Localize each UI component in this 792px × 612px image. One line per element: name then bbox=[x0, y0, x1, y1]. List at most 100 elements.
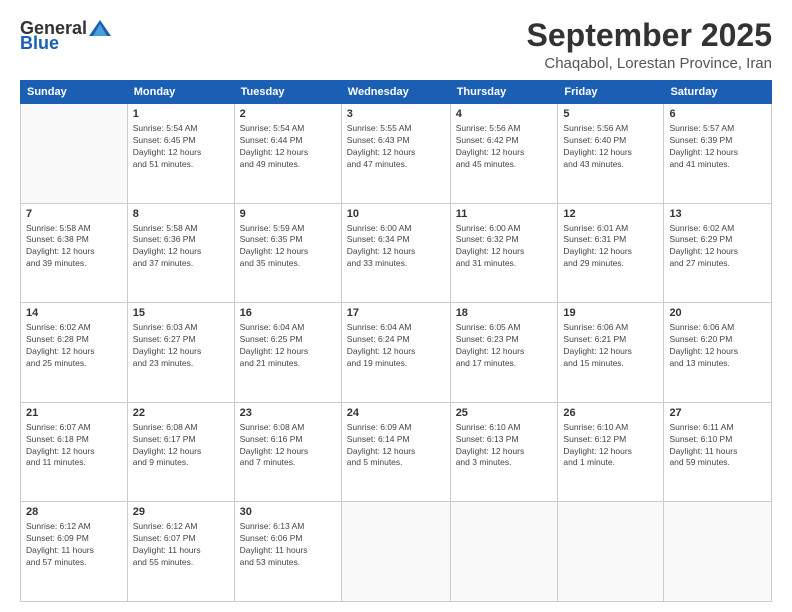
day-number: 12 bbox=[563, 207, 658, 222]
day-cell: 29Sunrise: 6:12 AM Sunset: 6:07 PM Dayli… bbox=[127, 502, 234, 602]
day-cell: 7Sunrise: 5:58 AM Sunset: 6:38 PM Daylig… bbox=[21, 203, 128, 303]
day-cell: 11Sunrise: 6:00 AM Sunset: 6:32 PM Dayli… bbox=[450, 203, 558, 303]
day-detail: Sunrise: 6:00 AM Sunset: 6:32 PM Dayligh… bbox=[456, 223, 553, 271]
day-detail: Sunrise: 5:54 AM Sunset: 6:45 PM Dayligh… bbox=[133, 123, 229, 171]
day-cell: 30Sunrise: 6:13 AM Sunset: 6:06 PM Dayli… bbox=[234, 502, 341, 602]
day-detail: Sunrise: 5:56 AM Sunset: 6:40 PM Dayligh… bbox=[563, 123, 658, 171]
day-detail: Sunrise: 6:12 AM Sunset: 6:07 PM Dayligh… bbox=[133, 521, 229, 569]
day-cell bbox=[664, 502, 772, 602]
day-cell bbox=[21, 104, 128, 204]
day-number: 5 bbox=[563, 107, 658, 122]
day-number: 16 bbox=[240, 306, 336, 321]
day-detail: Sunrise: 6:03 AM Sunset: 6:27 PM Dayligh… bbox=[133, 322, 229, 370]
day-cell: 21Sunrise: 6:07 AM Sunset: 6:18 PM Dayli… bbox=[21, 402, 128, 502]
day-number: 19 bbox=[563, 306, 658, 321]
day-number: 14 bbox=[26, 306, 122, 321]
day-number: 15 bbox=[133, 306, 229, 321]
calendar-header-row: SundayMondayTuesdayWednesdayThursdayFrid… bbox=[21, 81, 772, 104]
day-detail: Sunrise: 6:09 AM Sunset: 6:14 PM Dayligh… bbox=[347, 422, 445, 470]
day-cell: 23Sunrise: 6:08 AM Sunset: 6:16 PM Dayli… bbox=[234, 402, 341, 502]
week-row-4: 28Sunrise: 6:12 AM Sunset: 6:09 PM Dayli… bbox=[21, 502, 772, 602]
day-detail: Sunrise: 6:08 AM Sunset: 6:17 PM Dayligh… bbox=[133, 422, 229, 470]
day-cell: 1Sunrise: 5:54 AM Sunset: 6:45 PM Daylig… bbox=[127, 104, 234, 204]
day-cell: 12Sunrise: 6:01 AM Sunset: 6:31 PM Dayli… bbox=[558, 203, 664, 303]
header: General Blue September 2025 Chaqabol, Lo… bbox=[20, 18, 772, 72]
day-detail: Sunrise: 6:04 AM Sunset: 6:24 PM Dayligh… bbox=[347, 322, 445, 370]
day-number: 1 bbox=[133, 107, 229, 122]
day-detail: Sunrise: 5:56 AM Sunset: 6:42 PM Dayligh… bbox=[456, 123, 553, 171]
day-cell: 13Sunrise: 6:02 AM Sunset: 6:29 PM Dayli… bbox=[664, 203, 772, 303]
day-detail: Sunrise: 6:08 AM Sunset: 6:16 PM Dayligh… bbox=[240, 422, 336, 470]
col-header-saturday: Saturday bbox=[664, 81, 772, 104]
day-detail: Sunrise: 6:02 AM Sunset: 6:28 PM Dayligh… bbox=[26, 322, 122, 370]
day-number: 10 bbox=[347, 207, 445, 222]
day-cell: 14Sunrise: 6:02 AM Sunset: 6:28 PM Dayli… bbox=[21, 303, 128, 403]
week-row-3: 21Sunrise: 6:07 AM Sunset: 6:18 PM Dayli… bbox=[21, 402, 772, 502]
day-number: 4 bbox=[456, 107, 553, 122]
logo: General Blue bbox=[20, 18, 111, 54]
day-number: 30 bbox=[240, 505, 336, 520]
day-detail: Sunrise: 5:58 AM Sunset: 6:38 PM Dayligh… bbox=[26, 223, 122, 271]
day-number: 9 bbox=[240, 207, 336, 222]
day-cell bbox=[558, 502, 664, 602]
day-detail: Sunrise: 6:02 AM Sunset: 6:29 PM Dayligh… bbox=[669, 223, 766, 271]
day-cell: 20Sunrise: 6:06 AM Sunset: 6:20 PM Dayli… bbox=[664, 303, 772, 403]
day-detail: Sunrise: 6:07 AM Sunset: 6:18 PM Dayligh… bbox=[26, 422, 122, 470]
day-detail: Sunrise: 6:06 AM Sunset: 6:20 PM Dayligh… bbox=[669, 322, 766, 370]
day-number: 2 bbox=[240, 107, 336, 122]
day-number: 26 bbox=[563, 406, 658, 421]
day-detail: Sunrise: 6:04 AM Sunset: 6:25 PM Dayligh… bbox=[240, 322, 336, 370]
calendar: SundayMondayTuesdayWednesdayThursdayFrid… bbox=[20, 80, 772, 602]
day-cell: 5Sunrise: 5:56 AM Sunset: 6:40 PM Daylig… bbox=[558, 104, 664, 204]
day-cell: 9Sunrise: 5:59 AM Sunset: 6:35 PM Daylig… bbox=[234, 203, 341, 303]
day-number: 8 bbox=[133, 207, 229, 222]
day-detail: Sunrise: 6:05 AM Sunset: 6:23 PM Dayligh… bbox=[456, 322, 553, 370]
col-header-monday: Monday bbox=[127, 81, 234, 104]
day-detail: Sunrise: 6:13 AM Sunset: 6:06 PM Dayligh… bbox=[240, 521, 336, 569]
day-number: 24 bbox=[347, 406, 445, 421]
col-header-sunday: Sunday bbox=[21, 81, 128, 104]
day-number: 17 bbox=[347, 306, 445, 321]
day-cell: 4Sunrise: 5:56 AM Sunset: 6:42 PM Daylig… bbox=[450, 104, 558, 204]
day-cell: 16Sunrise: 6:04 AM Sunset: 6:25 PM Dayli… bbox=[234, 303, 341, 403]
day-number: 20 bbox=[669, 306, 766, 321]
day-cell: 15Sunrise: 6:03 AM Sunset: 6:27 PM Dayli… bbox=[127, 303, 234, 403]
day-cell: 26Sunrise: 6:10 AM Sunset: 6:12 PM Dayli… bbox=[558, 402, 664, 502]
day-detail: Sunrise: 5:58 AM Sunset: 6:36 PM Dayligh… bbox=[133, 223, 229, 271]
day-detail: Sunrise: 5:54 AM Sunset: 6:44 PM Dayligh… bbox=[240, 123, 336, 171]
day-number: 11 bbox=[456, 207, 553, 222]
day-number: 7 bbox=[26, 207, 122, 222]
day-number: 27 bbox=[669, 406, 766, 421]
day-detail: Sunrise: 6:10 AM Sunset: 6:13 PM Dayligh… bbox=[456, 422, 553, 470]
title-block: September 2025 Chaqabol, Lorestan Provin… bbox=[527, 18, 772, 72]
day-number: 22 bbox=[133, 406, 229, 421]
day-cell: 24Sunrise: 6:09 AM Sunset: 6:14 PM Dayli… bbox=[341, 402, 450, 502]
col-header-wednesday: Wednesday bbox=[341, 81, 450, 104]
day-cell bbox=[450, 502, 558, 602]
day-detail: Sunrise: 6:11 AM Sunset: 6:10 PM Dayligh… bbox=[669, 422, 766, 470]
day-number: 21 bbox=[26, 406, 122, 421]
day-cell: 25Sunrise: 6:10 AM Sunset: 6:13 PM Dayli… bbox=[450, 402, 558, 502]
day-number: 13 bbox=[669, 207, 766, 222]
day-number: 29 bbox=[133, 505, 229, 520]
day-number: 3 bbox=[347, 107, 445, 122]
day-cell: 6Sunrise: 5:57 AM Sunset: 6:39 PM Daylig… bbox=[664, 104, 772, 204]
day-cell: 19Sunrise: 6:06 AM Sunset: 6:21 PM Dayli… bbox=[558, 303, 664, 403]
day-cell: 17Sunrise: 6:04 AM Sunset: 6:24 PM Dayli… bbox=[341, 303, 450, 403]
day-detail: Sunrise: 5:57 AM Sunset: 6:39 PM Dayligh… bbox=[669, 123, 766, 171]
day-cell: 2Sunrise: 5:54 AM Sunset: 6:44 PM Daylig… bbox=[234, 104, 341, 204]
day-cell: 10Sunrise: 6:00 AM Sunset: 6:34 PM Dayli… bbox=[341, 203, 450, 303]
day-cell: 8Sunrise: 5:58 AM Sunset: 6:36 PM Daylig… bbox=[127, 203, 234, 303]
logo-blue: Blue bbox=[20, 33, 59, 54]
day-number: 23 bbox=[240, 406, 336, 421]
day-cell: 28Sunrise: 6:12 AM Sunset: 6:09 PM Dayli… bbox=[21, 502, 128, 602]
day-number: 18 bbox=[456, 306, 553, 321]
day-detail: Sunrise: 6:00 AM Sunset: 6:34 PM Dayligh… bbox=[347, 223, 445, 271]
day-cell: 18Sunrise: 6:05 AM Sunset: 6:23 PM Dayli… bbox=[450, 303, 558, 403]
day-cell: 27Sunrise: 6:11 AM Sunset: 6:10 PM Dayli… bbox=[664, 402, 772, 502]
day-number: 25 bbox=[456, 406, 553, 421]
day-number: 28 bbox=[26, 505, 122, 520]
col-header-tuesday: Tuesday bbox=[234, 81, 341, 104]
col-header-thursday: Thursday bbox=[450, 81, 558, 104]
day-cell: 22Sunrise: 6:08 AM Sunset: 6:17 PM Dayli… bbox=[127, 402, 234, 502]
